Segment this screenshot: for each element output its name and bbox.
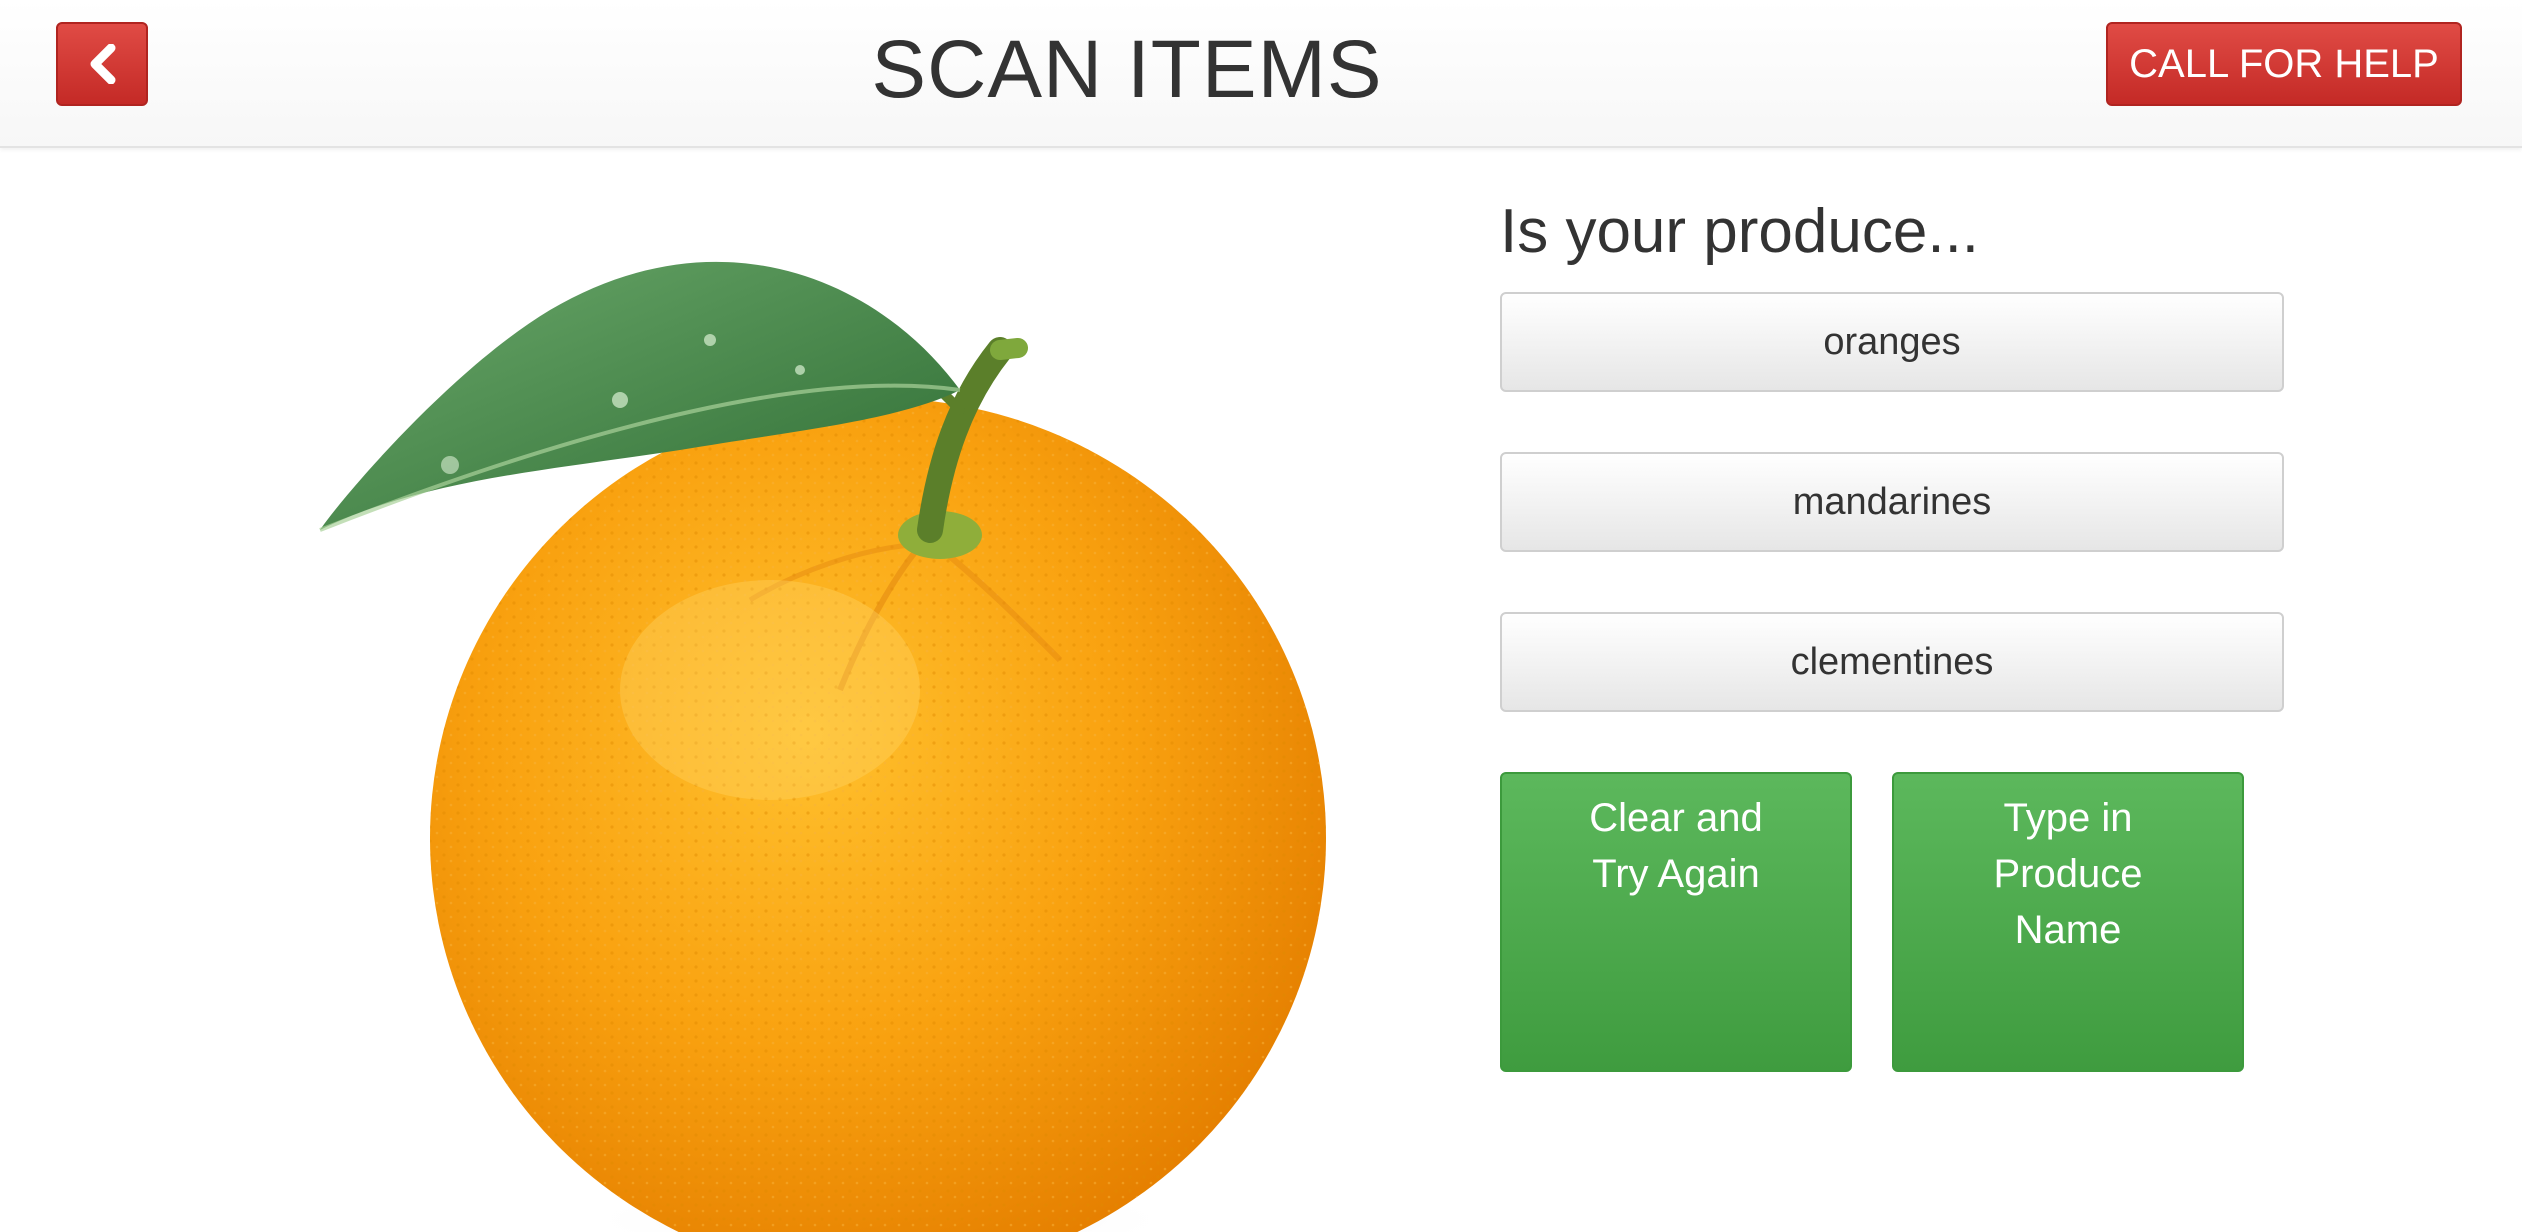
clear-and-try-again-button[interactable]: Clear and Try Again (1500, 772, 1852, 1072)
produce-question: Is your produce... (1500, 197, 1980, 266)
choice-oranges-button[interactable]: oranges (1500, 292, 2284, 392)
clear-button-line-1: Clear and (1589, 796, 1763, 840)
produce-photo (300, 220, 1350, 1232)
header-bar: SCAN ITEMS CALL FOR HELP (0, 0, 2522, 148)
type-in-produce-name-button[interactable]: Type in Produce Name (1892, 772, 2244, 1072)
choice-mandarines-button[interactable]: mandarines (1500, 452, 2284, 552)
call-for-help-button[interactable]: CALL FOR HELP (2106, 22, 2462, 106)
choice-clementines-button[interactable]: clementines (1500, 612, 2284, 712)
scan-items-screen: SCAN ITEMS CALL FOR HELP Is your produce… (0, 0, 2522, 1232)
orange-image (319, 261, 1326, 1232)
type-in-button-line-2: Produce (1993, 852, 2143, 896)
clear-button-line-2: Try Again (1592, 852, 1760, 896)
type-in-button-line-1: Type in (2003, 796, 2133, 840)
type-in-button-line-3: Name (2014, 908, 2122, 952)
page-title: SCAN ITEMS (871, 24, 1383, 115)
